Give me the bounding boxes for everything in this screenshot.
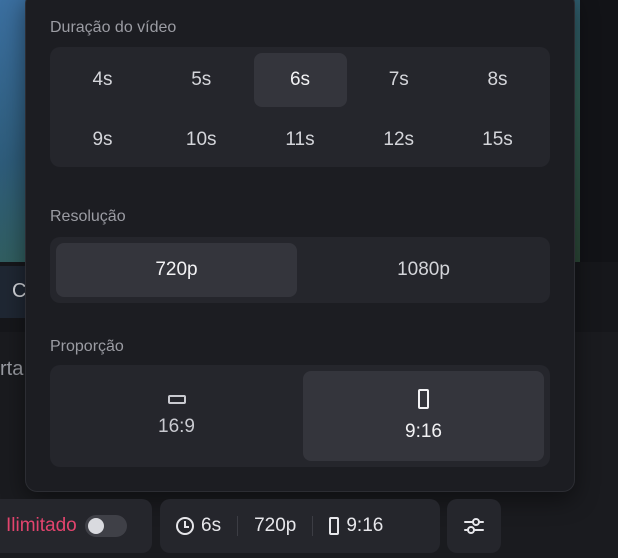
ratio-value: 9:16: [346, 515, 384, 536]
landscape-ratio-icon: [167, 394, 186, 404]
duration-panel: 4s 5s 6s 7s 8s 9s 10s 11s 12s 15s: [50, 47, 550, 167]
ratio-option[interactable]: 16:9: [56, 371, 297, 461]
toggle-knob: [87, 518, 104, 534]
ratio-summary: 9:16: [313, 515, 399, 537]
duration-option[interactable]: 15s: [451, 113, 544, 167]
duration-option[interactable]: 8s: [451, 53, 544, 107]
sliders-icon: [464, 518, 484, 534]
resolution-panel: 720p 1080p: [50, 237, 550, 303]
duration-option[interactable]: 11s: [254, 113, 347, 167]
duration-option[interactable]: 10s: [155, 113, 248, 167]
unlimited-label: Ilimitado: [6, 515, 77, 536]
ratio-panel: 16:9 9:16: [50, 365, 550, 467]
duration-option[interactable]: 7s: [352, 53, 445, 107]
resolution-summary: 720p: [238, 515, 312, 537]
ratio-option-label: 16:9: [158, 415, 195, 437]
duration-value: 6s: [201, 515, 222, 536]
resolution-option[interactable]: 1080p: [303, 243, 544, 297]
video-settings-popover: Duração do vídeo 4s 5s 6s 7s 8s 9s 10s 1…: [25, 0, 575, 492]
duration-option-selected[interactable]: 6s: [253, 53, 347, 107]
side-strip: [580, 0, 618, 262]
unlimited-toggle[interactable]: [84, 515, 127, 537]
resolution-label: Resolução: [50, 208, 126, 225]
duration-option[interactable]: 4s: [56, 53, 149, 107]
resolution-value: 720p: [254, 515, 297, 536]
ratio-label: Proporção: [50, 338, 124, 355]
settings-summary-button[interactable]: 6s 720p 9:16: [160, 499, 440, 553]
unlimited-toggle-group: Ilimitado: [0, 499, 152, 553]
duration-option[interactable]: 12s: [352, 113, 445, 167]
duration-label: Duração do vídeo: [50, 19, 177, 36]
duration-summary: 6s: [160, 515, 237, 537]
bg-side-text: rta: [0, 358, 24, 380]
duration-option[interactable]: 9s: [56, 113, 149, 167]
ratio-option-label: 9:16: [405, 421, 442, 442]
portrait-ratio-icon: [329, 517, 340, 535]
clock-icon: [176, 517, 194, 535]
resolution-option-selected[interactable]: 720p: [56, 243, 297, 297]
adjust-button[interactable]: [447, 499, 501, 553]
ratio-option-selected[interactable]: 9:16: [303, 371, 544, 461]
duration-option[interactable]: 5s: [155, 53, 248, 107]
portrait-ratio-icon: [418, 389, 429, 409]
